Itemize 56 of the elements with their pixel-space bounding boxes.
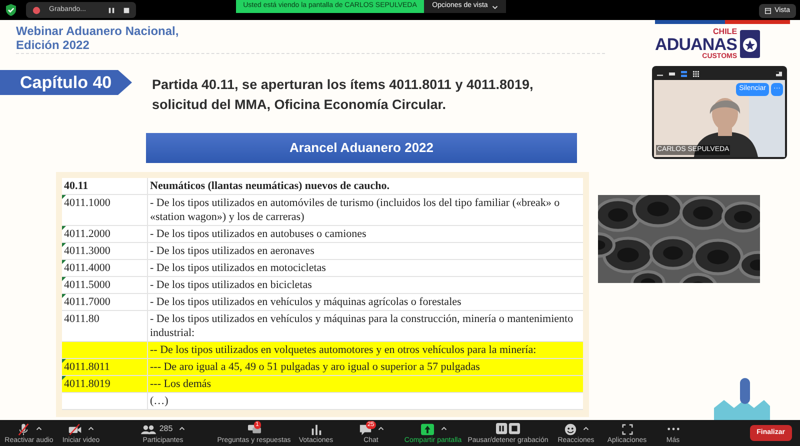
tariff-code: 4011.1000 <box>64 197 110 209</box>
stop-icon[interactable] <box>123 6 130 14</box>
caret-icon[interactable] <box>378 426 384 432</box>
caret-icon[interactable] <box>440 426 446 432</box>
tariff-description: - De los tipos utilizados en autobuses o camiones <box>150 228 366 240</box>
tariff-code: 4011.8011 <box>64 361 110 373</box>
caret-icon[interactable] <box>178 426 185 432</box>
speaker-view-icon[interactable] <box>681 71 687 77</box>
tariff-description: - De los tipos utilizados en vehículos y máquinas para la construcción, minería o mantenimiento industrial: <box>150 313 574 339</box>
share-screen-icon <box>420 422 434 436</box>
grid-icon <box>764 8 771 14</box>
tariff-description: - De los tipos utilizados en automóviles de turismo (incluidos los del tipo familiar («break» o «station wagon») y los de carreras) <box>150 197 560 223</box>
thumbnail-icon[interactable] <box>669 71 675 77</box>
bar-chart-icon <box>310 422 322 436</box>
pause-icon[interactable] <box>108 6 115 14</box>
event-title: Webinar Aduanero Nacional, <box>16 24 179 38</box>
tariff-code: 4011.7000 <box>64 296 110 308</box>
smiley-icon <box>564 422 576 436</box>
apps-icon <box>620 422 634 436</box>
tariff-code: 4011.4000 <box>64 262 110 274</box>
caret-icon[interactable] <box>582 426 588 432</box>
video-off-icon <box>68 422 82 436</box>
tariff-description: -- De los tipos utilizados en volquetes automotores y en otros vehículos para la minería: <box>150 344 536 356</box>
tariff-description: (…) <box>150 395 168 407</box>
more-icon <box>666 427 680 431</box>
tariff-code: 40.11 <box>64 180 88 192</box>
participant-count: 285 <box>159 423 173 435</box>
logo-name: ADUANAS <box>655 36 738 53</box>
tariff-code: 4011.5000 <box>64 279 110 291</box>
tariff-code: 4011.80 <box>64 313 100 325</box>
tariff-description: - De los tipos utilizados en motocicletas <box>150 262 326 274</box>
tariff-code: 4011.3000 <box>64 245 110 257</box>
slide-heading: Partida 40.11, se aperturan los ítems 4011.8011 y 4011.8019, <box>152 76 534 94</box>
event-title: Edición 2022 <box>16 38 90 52</box>
logo-country: CHILE <box>713 28 738 36</box>
tariff-description: --- De aro igual a 45, 49 o 51 pulgadas y aro igual o superior a 57 pulgadas <box>150 361 480 373</box>
muted-mic-icon <box>16 422 30 436</box>
customs-badge-icon <box>739 29 762 59</box>
shield-icon[interactable] <box>4 3 18 17</box>
tariff-description: --- Los demás <box>150 378 212 390</box>
pause-stop-icon <box>496 423 520 435</box>
tariff-description: - De los tipos utilizados en vehículos y máquinas agrícolas o forestales <box>150 296 462 308</box>
chapter-label: Capítulo 40 <box>0 70 132 95</box>
gallery-view-icon[interactable] <box>693 71 699 77</box>
caret-icon[interactable] <box>36 426 42 432</box>
tariff-description: - De los tipos utilizados en aeronaves <box>150 245 314 257</box>
slide-banner: Arancel Aduanero 2022 <box>146 133 577 163</box>
slide-heading: solicitud del MMA, Oficina Economía Circular. <box>152 96 448 114</box>
recording-dot-icon <box>32 6 41 14</box>
caret-icon[interactable] <box>88 426 94 432</box>
tariff-code: 4011.8019 <box>64 378 110 390</box>
tariff-description: - De los tipos utilizados en bicicletas <box>150 279 312 291</box>
people-icon <box>141 422 156 436</box>
tariff-description: Neumáticos (llantas neumáticas) nuevos de caucho. <box>150 180 390 192</box>
chevron-down-icon <box>492 4 498 10</box>
tariff-code: 4011.2000 <box>64 228 110 240</box>
